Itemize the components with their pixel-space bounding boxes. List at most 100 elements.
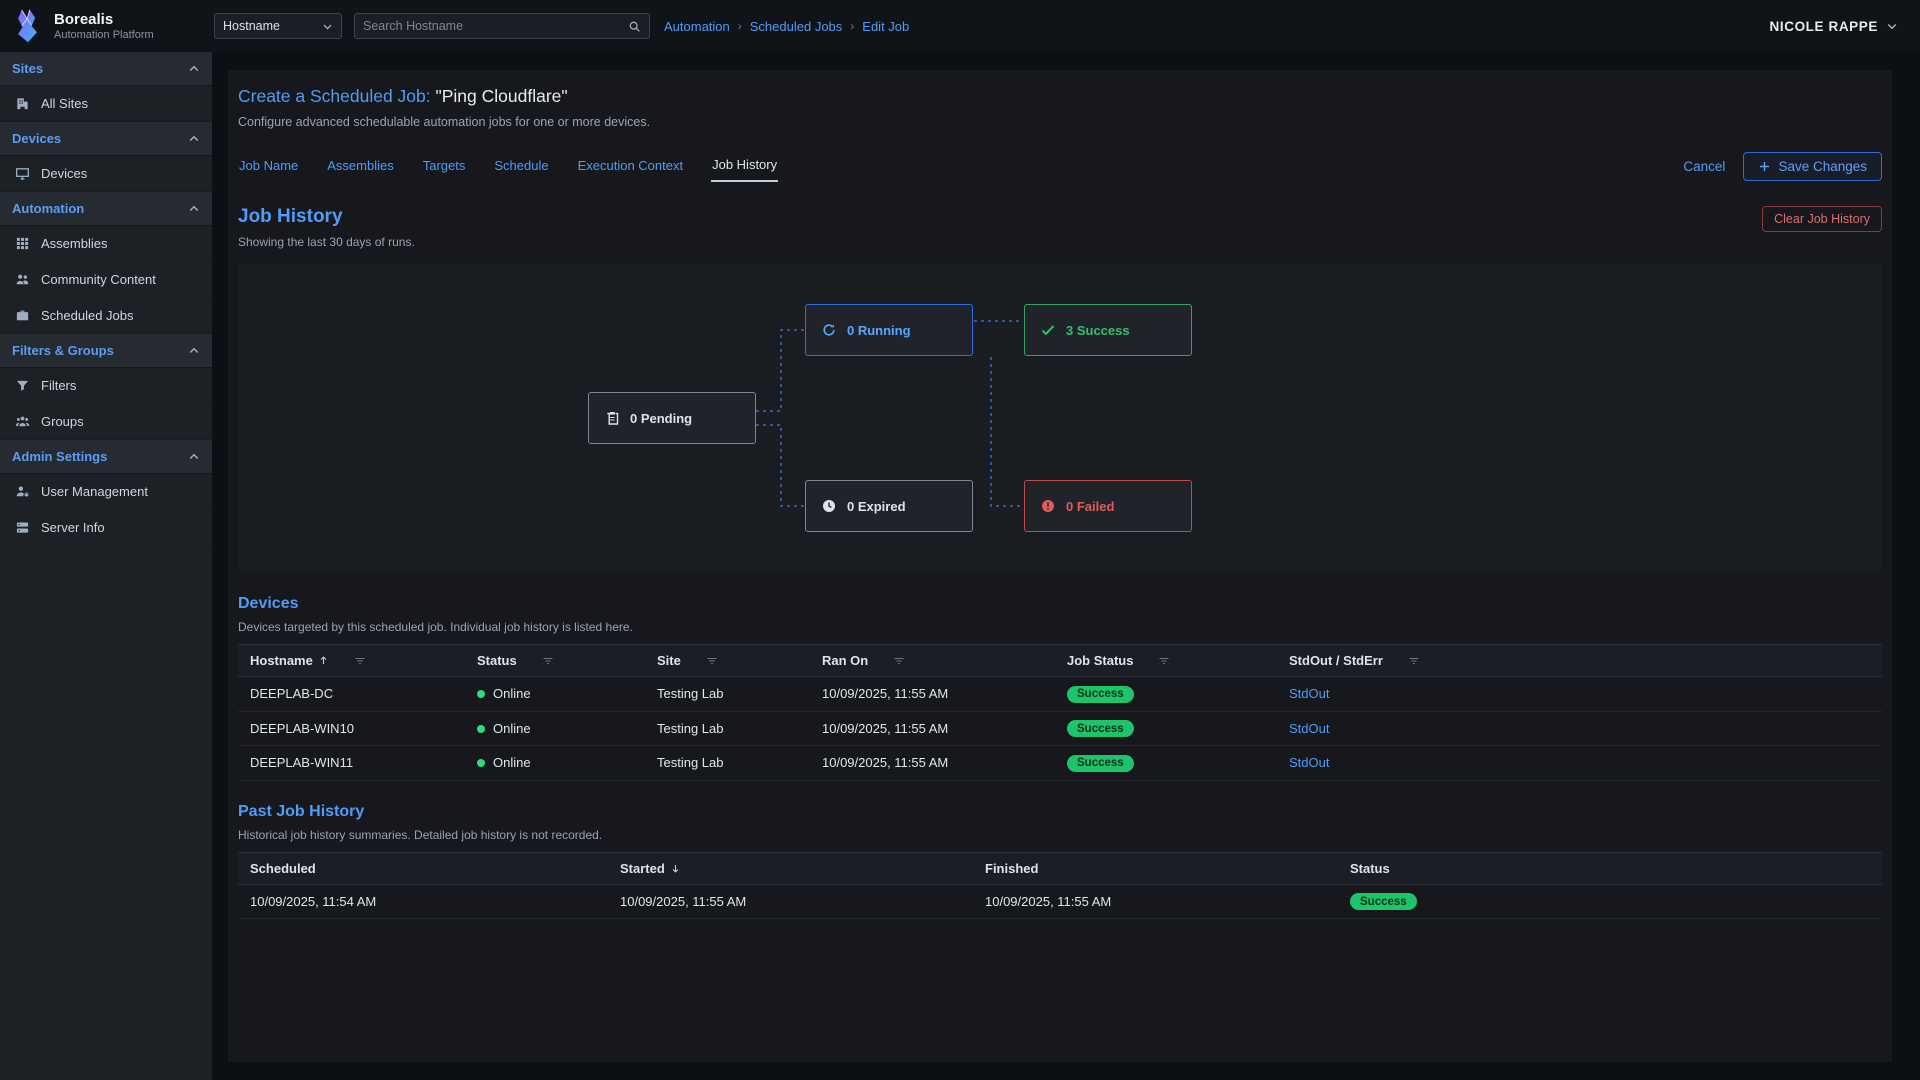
tab-job-history[interactable]: Job History bbox=[711, 151, 778, 182]
col-past-status[interactable]: Status bbox=[1338, 852, 1882, 884]
server-icon bbox=[15, 520, 30, 535]
sidebar-section-filters-groups[interactable]: Filters & Groups bbox=[0, 334, 212, 368]
sidebar-item-server-info[interactable]: Server Info bbox=[0, 510, 212, 546]
tab-job-name[interactable]: Job Name bbox=[238, 152, 299, 181]
table-row: DEEPLAB-DC Online Testing Lab 10/09/2025… bbox=[238, 677, 1882, 712]
sidebar-item-assemblies[interactable]: Assemblies bbox=[0, 226, 212, 262]
col-ran-on[interactable]: Ran On bbox=[810, 645, 1055, 677]
col-job-status[interactable]: Job Status bbox=[1055, 645, 1277, 677]
tab-assemblies[interactable]: Assemblies bbox=[326, 152, 394, 181]
status-text: Online bbox=[493, 721, 531, 736]
sidebar-item-label: Scheduled Jobs bbox=[41, 308, 134, 323]
hostname-cell: DEEPLAB-WIN11 bbox=[238, 746, 465, 781]
state-pending-label: 0 Pending bbox=[630, 411, 692, 426]
job-history-subheading: Showing the last 30 days of runs. bbox=[238, 235, 415, 249]
filter-icon[interactable] bbox=[706, 655, 718, 667]
sidebar-item-all-sites[interactable]: All Sites bbox=[0, 86, 212, 122]
col-finished[interactable]: Finished bbox=[973, 852, 1338, 884]
breadcrumb-automation[interactable]: Automation bbox=[664, 19, 730, 34]
page-title-prefix: Create a Scheduled Job: bbox=[238, 86, 431, 106]
content-panel: Create a Scheduled Job: "Ping Cloudflare… bbox=[228, 70, 1892, 1062]
sidebar-item-user-management[interactable]: User Management bbox=[0, 474, 212, 510]
site-cell: Testing Lab bbox=[645, 711, 810, 746]
tab-targets[interactable]: Targets bbox=[422, 152, 467, 181]
state-failed[interactable]: 0 Failed bbox=[1024, 480, 1192, 532]
section-label: Admin Settings bbox=[12, 449, 107, 464]
building-icon bbox=[15, 96, 30, 111]
stdout-cell: StdOut bbox=[1277, 746, 1882, 781]
state-expired[interactable]: 0 Expired bbox=[805, 480, 973, 532]
state-success-label: 3 Success bbox=[1066, 323, 1130, 338]
sidebar-item-community-content[interactable]: Community Content bbox=[0, 262, 212, 298]
search-input[interactable] bbox=[363, 19, 622, 33]
sidebar-section-automation[interactable]: Automation bbox=[0, 192, 212, 226]
stdout-link[interactable]: StdOut bbox=[1289, 721, 1329, 736]
col-status-label: Status bbox=[477, 653, 517, 668]
stdout-link[interactable]: StdOut bbox=[1289, 686, 1329, 701]
filter-icon[interactable] bbox=[1408, 655, 1420, 667]
col-job-status-label: Job Status bbox=[1067, 653, 1133, 668]
cancel-button[interactable]: Cancel bbox=[1683, 159, 1725, 174]
clear-job-history-button[interactable]: Clear Job History bbox=[1762, 206, 1882, 232]
filter-icon[interactable] bbox=[1158, 655, 1170, 667]
stdout-cell: StdOut bbox=[1277, 711, 1882, 746]
clipboard-icon bbox=[604, 410, 620, 426]
page-title: Create a Scheduled Job: "Ping Cloudflare… bbox=[238, 86, 1882, 107]
col-started[interactable]: Started bbox=[608, 852, 973, 884]
search-icon[interactable] bbox=[628, 20, 641, 33]
save-changes-label: Save Changes bbox=[1778, 159, 1867, 174]
hostname-select[interactable]: Hostname bbox=[214, 13, 342, 39]
chevron-up-icon bbox=[188, 203, 200, 215]
brand-header: Borealis Automation Platform bbox=[0, 0, 212, 52]
site-cell: Testing Lab bbox=[645, 746, 810, 781]
chevron-down-icon bbox=[322, 21, 333, 32]
past-status-cell: Success bbox=[1338, 884, 1882, 919]
chevron-up-icon bbox=[188, 345, 200, 357]
sort-asc-icon[interactable] bbox=[318, 655, 329, 666]
sidebar-section-admin-settings[interactable]: Admin Settings bbox=[0, 440, 212, 474]
col-hostname[interactable]: Hostname bbox=[238, 645, 465, 677]
sidebar-item-label: Server Info bbox=[41, 520, 105, 535]
col-site[interactable]: Site bbox=[645, 645, 810, 677]
col-scheduled[interactable]: Scheduled bbox=[238, 852, 608, 884]
chevron-down-icon bbox=[1886, 20, 1898, 32]
hostname-select-value: Hostname bbox=[223, 19, 280, 33]
status-badge: Success bbox=[1350, 893, 1417, 910]
tab-actions: Cancel Save Changes bbox=[1683, 152, 1882, 181]
filter-icon[interactable] bbox=[542, 655, 554, 667]
past-history-header-row: Scheduled Started Finished Status bbox=[238, 852, 1882, 884]
sort-desc-icon[interactable] bbox=[670, 863, 681, 874]
state-running[interactable]: 0 Running bbox=[805, 304, 973, 356]
save-changes-button[interactable]: Save Changes bbox=[1743, 152, 1882, 181]
breadcrumb-scheduled-jobs[interactable]: Scheduled Jobs bbox=[750, 19, 843, 34]
state-running-label: 0 Running bbox=[847, 323, 911, 338]
sidebar-item-filters[interactable]: Filters bbox=[0, 368, 212, 404]
sidebar-item-label: Assemblies bbox=[41, 236, 107, 251]
state-pending[interactable]: 0 Pending bbox=[588, 392, 756, 444]
ran-on-cell: 10/09/2025, 11:55 AM bbox=[810, 746, 1055, 781]
tab-schedule[interactable]: Schedule bbox=[493, 152, 549, 181]
briefcase-icon bbox=[15, 308, 30, 323]
tab-bar: Job Name Assemblies Targets Schedule Exe… bbox=[238, 151, 1882, 182]
sidebar-section-devices[interactable]: Devices bbox=[0, 122, 212, 156]
job-state-diagram: 0 Pending 0 Running 3 Success 0 Expired bbox=[238, 265, 1882, 571]
refresh-icon bbox=[821, 322, 837, 338]
filter-icon[interactable] bbox=[893, 655, 905, 667]
breadcrumb-edit-job[interactable]: Edit Job bbox=[862, 19, 909, 34]
col-stdout[interactable]: StdOut / StdErr bbox=[1277, 645, 1882, 677]
past-job-history-section: Past Job History Historical job history … bbox=[238, 803, 1882, 920]
state-success[interactable]: 3 Success bbox=[1024, 304, 1192, 356]
tab-execution-context[interactable]: Execution Context bbox=[577, 152, 685, 181]
sidebar-item-scheduled-jobs[interactable]: Scheduled Jobs bbox=[0, 298, 212, 334]
col-status[interactable]: Status bbox=[465, 645, 645, 677]
devices-table: Hostname Status Site Ran On Job Status S… bbox=[238, 644, 1882, 781]
user-menu[interactable]: NICOLE RAPPE bbox=[1770, 19, 1898, 34]
job-history-heading: Job History bbox=[238, 206, 415, 228]
past-history-subheading: Historical job history summaries. Detail… bbox=[238, 828, 1882, 842]
stdout-link[interactable]: StdOut bbox=[1289, 755, 1329, 770]
filter-icon[interactable] bbox=[354, 655, 366, 667]
user-name: NICOLE RAPPE bbox=[1770, 19, 1878, 34]
sidebar-item-groups[interactable]: Groups bbox=[0, 404, 212, 440]
sidebar-section-sites[interactable]: Sites bbox=[0, 52, 212, 86]
sidebar-item-devices[interactable]: Devices bbox=[0, 156, 212, 192]
